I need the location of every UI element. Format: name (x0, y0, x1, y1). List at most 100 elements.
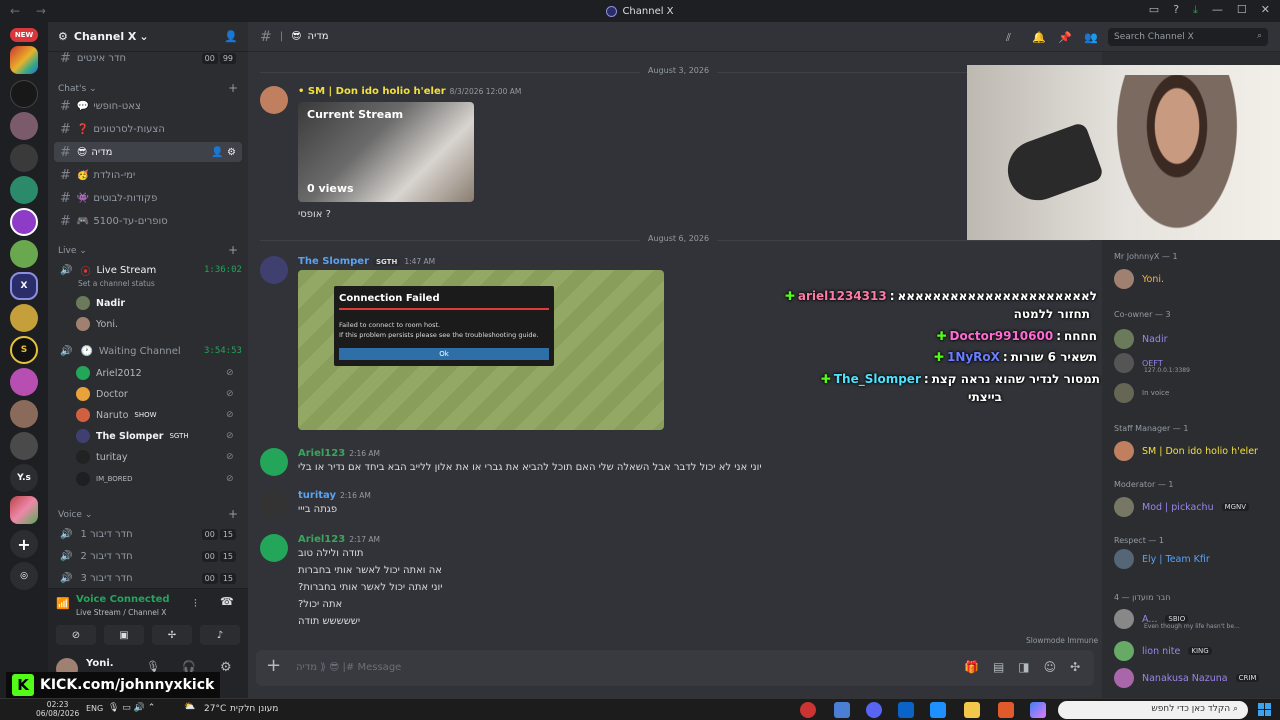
taskbar-clock[interactable]: 02:23 06/08/2026 (36, 700, 79, 718)
copilot-icon[interactable] (1030, 702, 1046, 718)
server-icon[interactable] (10, 144, 38, 172)
voice-status[interactable]: Voice Connected (76, 594, 170, 605)
maximize-button[interactable]: ☐ (1237, 3, 1247, 17)
voice-user[interactable]: Yoni. (76, 315, 118, 333)
gif-icon[interactable]: ▤ (993, 660, 1004, 674)
message-author[interactable]: Ariel123 2:16 AM (298, 448, 1058, 459)
server-icon[interactable] (10, 304, 38, 332)
members-icon[interactable]: 👥 (1084, 31, 1098, 44)
voice-channel[interactable]: 🔊 חדר דיבור 3 00 15 (54, 568, 242, 588)
close-button[interactable]: ✕ (1261, 3, 1270, 17)
member-item[interactable]: Mod | pickachu MGNV (1114, 496, 1250, 518)
server-icon[interactable] (10, 240, 38, 268)
sticker-icon[interactable]: ◨ (1018, 660, 1029, 674)
add-server-icon[interactable]: + (10, 530, 38, 558)
avatar[interactable] (260, 86, 288, 114)
noise-icon[interactable]: ⫶ (194, 597, 197, 611)
server-icon[interactable]: Y.s (10, 464, 38, 492)
windows-start-icon[interactable] (1258, 703, 1271, 716)
attach-plus-icon[interactable]: + (266, 657, 284, 676)
camera-off-button[interactable]: ⊘ (56, 625, 96, 645)
app-icon[interactable] (998, 702, 1014, 718)
member-item[interactable]: Nanakusa Nazuna CRIM (1114, 667, 1260, 689)
server-icon[interactable] (10, 368, 38, 396)
gift-icon[interactable]: 🎁 (964, 660, 979, 674)
add-channel-icon[interactable]: + (228, 81, 238, 95)
channel-item[interactable]: # 💬 צאט-חופשי (54, 96, 242, 116)
disconnect-icon[interactable]: ☎ (220, 595, 234, 608)
voice-channel[interactable]: 🔊 חדר דיבור 1 00 15 (54, 524, 242, 544)
message-author[interactable]: turitay 2:16 AM (298, 490, 1058, 501)
language-indicator[interactable]: ENG (86, 704, 103, 713)
add-channel-icon[interactable]: + (228, 507, 238, 521)
member-item[interactable]: Nadir (1114, 328, 1168, 350)
server-icon[interactable] (10, 80, 38, 108)
message-author[interactable]: The Slomper SGTH 1:47 AM (298, 256, 1058, 267)
server-folder[interactable] (10, 46, 38, 74)
outlook-icon[interactable] (898, 702, 914, 718)
pin-icon[interactable]: 📌 (1058, 31, 1072, 44)
voice-channel[interactable]: 🔊 חדר דיבור 2 00 15 (54, 546, 242, 566)
bell-icon[interactable]: 🔔 (1032, 31, 1046, 44)
voice-user[interactable]: Ariel2012 ⊘ (76, 364, 234, 382)
category-chats[interactable]: Chat's ⌄ + (58, 81, 238, 95)
inbox-icon[interactable]: ▭ (1149, 3, 1159, 17)
apps-icon[interactable]: ✣ (1070, 660, 1080, 674)
help-icon[interactable]: ? (1173, 3, 1179, 17)
server-icon[interactable] (10, 176, 38, 204)
voice-sub[interactable]: Live Stream / Channel X (76, 608, 166, 617)
category-live[interactable]: Live ⌄ + (58, 243, 238, 257)
add-member-icon[interactable]: 👤 (224, 30, 238, 43)
emoji-icon[interactable]: ☺ (1044, 660, 1057, 674)
gear-icon[interactable]: 👤 ⚙ (211, 147, 236, 158)
category-voice[interactable]: Voice ⌄ + (58, 507, 238, 521)
voice-user[interactable]: turitay ⊘ (76, 448, 234, 466)
image-attachment[interactable]: Connection Failed Failed to connect to r… (298, 270, 664, 430)
search-input[interactable]: Search Channel X ⌕ (1108, 28, 1268, 46)
member-item[interactable]: A... SBIO Even though my life hasn't be... (1114, 608, 1240, 630)
activities-button[interactable]: ✢ (152, 625, 192, 645)
member-item[interactable]: OEFT 127.0.0.1:3389 (1114, 352, 1190, 374)
server-icon-active[interactable]: X (10, 272, 38, 300)
avatar[interactable] (260, 490, 288, 518)
soundboard-button[interactable]: ♪ (200, 625, 240, 645)
minimize-button[interactable]: — (1212, 3, 1223, 17)
avatar[interactable] (260, 448, 288, 476)
avatar[interactable] (260, 534, 288, 562)
voice-user[interactable]: The Slomper SGTH ⊘ (76, 427, 234, 445)
threads-icon[interactable]: ⫽ (1006, 31, 1011, 45)
member-item[interactable]: lion nite KING (1114, 640, 1212, 662)
channel-item-selected[interactable]: # 😎 מדיה 👤 ⚙ (54, 142, 242, 162)
message-author[interactable]: Ariel123 2:17 AM (298, 534, 1058, 545)
voice-user[interactable]: IM_BORED ⊘ (76, 470, 234, 488)
discord-icon[interactable] (866, 702, 882, 718)
channel-item[interactable]: # 🎮 סופרים-עד-5100 (54, 211, 242, 231)
voice-user[interactable]: Nadir (76, 294, 125, 312)
voice-user[interactable]: Naruto SHOW ⊘ (76, 406, 234, 424)
folder-icon[interactable] (964, 702, 980, 718)
channel-item[interactable]: # ❓ הצעות-לסרטונים (54, 119, 242, 139)
member-item[interactable]: In voice (1114, 382, 1169, 404)
avatar[interactable] (260, 256, 288, 284)
server-icon[interactable] (10, 208, 38, 236)
voice-user[interactable]: Doctor ⊘ (76, 385, 234, 403)
download-icon[interactable]: ⤓ (1193, 3, 1198, 17)
app-icon[interactable] (834, 702, 850, 718)
weather-text[interactable]: מעונן חלקית (230, 704, 278, 714)
settings-icon[interactable]: ⚙ (220, 660, 232, 675)
member-item[interactable]: Yoni. (1114, 268, 1164, 290)
server-icon[interactable] (10, 112, 38, 140)
channel-status[interactable]: Set a channel status (78, 279, 155, 288)
taskbar-search[interactable]: ⌕ הקלד כאן כדי לחפש (1058, 701, 1248, 719)
stream-embed[interactable]: Current Stream 0 views (298, 102, 474, 202)
screenshare-button[interactable]: ▣ (104, 625, 144, 645)
channel-item[interactable]: # 🥳 ימי-הולדת (54, 165, 242, 185)
nav-arrows[interactable]: ← → (10, 4, 52, 18)
member-item[interactable]: Ely | Team Kfir (1114, 548, 1210, 570)
discover-icon[interactable]: ◎ (10, 562, 38, 590)
server-icon[interactable]: S (10, 336, 38, 364)
store-icon[interactable] (930, 702, 946, 718)
new-badge[interactable]: NEW (10, 28, 38, 42)
server-icon[interactable] (10, 432, 38, 460)
channel-item[interactable]: # 👾 פקודות-לבוטים (54, 188, 242, 208)
